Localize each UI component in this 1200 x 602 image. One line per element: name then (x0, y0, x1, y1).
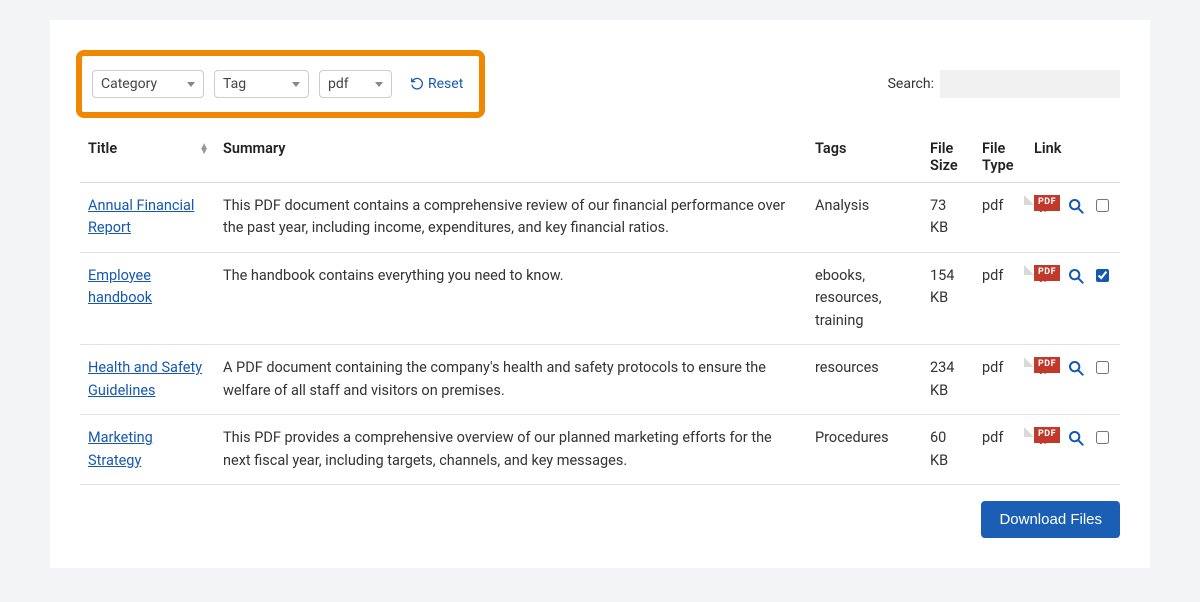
preview-search-icon[interactable] (1068, 198, 1084, 217)
pdf-icon[interactable]: λPDF (1034, 195, 1060, 211)
reset-label: Reset (428, 76, 463, 92)
search-input[interactable] (940, 70, 1120, 98)
summary-cell: A PDF document containing the company's … (215, 345, 807, 415)
table-row: Health and Safety Guidelines A PDF docume… (80, 345, 1120, 415)
row-checkbox[interactable] (1096, 431, 1109, 444)
undo-icon (410, 77, 424, 91)
tag-select[interactable]: Tag (214, 70, 309, 98)
table-row: Employee handbook The handbook contains e… (80, 252, 1120, 344)
size-cell: 234 KB (922, 345, 974, 415)
col-size[interactable]: File Size (922, 130, 974, 183)
col-title[interactable]: Title ▲▼ (80, 130, 215, 183)
col-link-label: Link (1034, 140, 1061, 157)
download-button[interactable]: Download Files (981, 501, 1120, 538)
col-title-label: Title (88, 140, 117, 157)
type-cell: pdf (974, 252, 1026, 344)
row-checkbox[interactable] (1096, 199, 1109, 212)
preview-search-icon[interactable] (1068, 430, 1084, 449)
size-cell: 60 KB (922, 415, 974, 485)
preview-search-icon[interactable] (1068, 360, 1084, 379)
row-checkbox[interactable] (1096, 361, 1109, 374)
col-summary[interactable]: Summary (215, 130, 807, 183)
title-link[interactable]: Health and Safety Guidelines (88, 359, 202, 398)
tags-cell: resources (807, 345, 922, 415)
row-checkbox[interactable] (1096, 269, 1109, 282)
link-cell: λPDF (1034, 357, 1112, 379)
search-container: Search: (888, 70, 1120, 98)
pdf-icon[interactable]: λPDF (1034, 427, 1060, 443)
col-type[interactable]: File Type (974, 130, 1026, 183)
col-summary-label: Summary (223, 140, 285, 157)
col-link[interactable]: Link (1026, 130, 1120, 183)
size-cell: 154 KB (922, 252, 974, 344)
summary-cell: The handbook contains everything you nee… (215, 252, 807, 344)
type-cell: pdf (974, 183, 1026, 253)
top-controls: Category Tag pdf Reset Search: (80, 50, 1120, 118)
filetype-select-value: pdf (328, 76, 349, 92)
col-tags[interactable]: Tags (807, 130, 922, 183)
col-tags-label: Tags (815, 140, 846, 157)
filetype-select[interactable]: pdf (319, 70, 392, 98)
link-cell: λPDF (1034, 265, 1112, 287)
download-wrap: Download Files (80, 501, 1120, 538)
table-row: Marketing Strategy This PDF provides a co… (80, 415, 1120, 485)
title-link[interactable]: Employee handbook (88, 267, 152, 306)
sort-icon: ▲▼ (199, 144, 209, 154)
table-header-row: Title ▲▼ Summary Tags File Size File Typ… (80, 130, 1120, 183)
category-select-label: Category (101, 76, 157, 92)
category-select[interactable]: Category (92, 70, 204, 98)
size-cell: 73 KB (922, 183, 974, 253)
tag-select-label: Tag (223, 76, 246, 92)
page-container: Category Tag pdf Reset Search: (50, 20, 1150, 568)
tags-cell: Analysis (807, 183, 922, 253)
link-cell: λPDF (1034, 195, 1112, 217)
summary-cell: This PDF provides a comprehensive overvi… (215, 415, 807, 485)
search-label: Search: (888, 76, 934, 92)
pdf-icon[interactable]: λPDF (1034, 265, 1060, 281)
title-link[interactable]: Annual Financial Report (88, 197, 194, 236)
pdf-icon[interactable]: λPDF (1034, 357, 1060, 373)
summary-cell: This PDF document contains a comprehensi… (215, 183, 807, 253)
documents-table: Title ▲▼ Summary Tags File Size File Typ… (80, 130, 1120, 485)
tags-cell: Procedures (807, 415, 922, 485)
reset-button[interactable]: Reset (410, 76, 463, 92)
link-cell: λPDF (1034, 427, 1112, 449)
table-row: Annual Financial Report This PDF document… (80, 183, 1120, 253)
type-cell: pdf (974, 415, 1026, 485)
preview-search-icon[interactable] (1068, 268, 1084, 287)
caret-down-icon (292, 82, 300, 87)
col-type-label: File Type (982, 140, 1014, 174)
tags-cell: ebooks, resources, training (807, 252, 922, 344)
type-cell: pdf (974, 345, 1026, 415)
caret-down-icon (375, 82, 383, 87)
filter-highlight-box: Category Tag pdf Reset (76, 50, 485, 118)
col-size-label: File Size (930, 140, 958, 174)
title-link[interactable]: Marketing Strategy (88, 429, 153, 468)
caret-down-icon (187, 82, 195, 87)
